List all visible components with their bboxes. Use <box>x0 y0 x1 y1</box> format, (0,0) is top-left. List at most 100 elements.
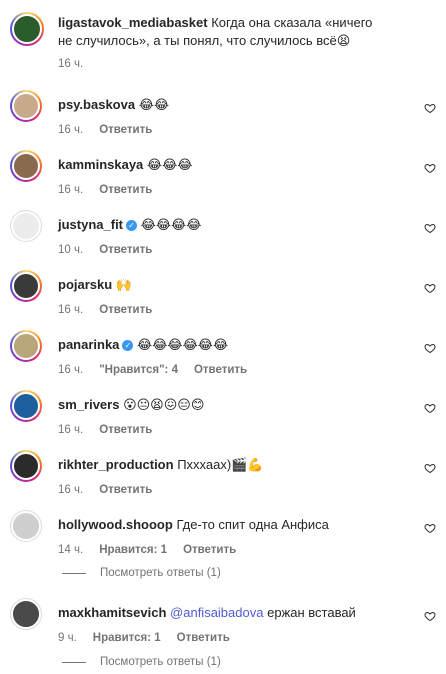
replies-divider <box>62 661 86 663</box>
comment-meta: 9 ч. Нравится: 1 Ответить <box>58 632 246 644</box>
comment-meta: 14 ч. Нравится: 1 Ответить <box>58 544 252 556</box>
caption-emoji: 😫 <box>336 34 351 49</box>
comment-username[interactable]: pojarsku <box>58 277 112 292</box>
reply-button[interactable]: Ответить <box>99 424 152 436</box>
comment-username[interactable]: rikhter_production <box>58 457 174 472</box>
comment-username[interactable]: justyna_fit <box>58 217 123 232</box>
comment-emoji: 😂😂😂😂😂😂 <box>137 338 229 353</box>
comment-emoji: 😂😂😂 <box>146 158 193 173</box>
like-heart-icon[interactable] <box>424 282 436 294</box>
comment-text-line: panarinka ✓ 😂😂😂😂😂😂 <box>58 337 228 354</box>
view-replies-link[interactable]: Посмотреть ответы (1) <box>62 656 221 668</box>
comment-text-line: pojarsku 🙌 <box>58 277 132 294</box>
view-replies-label: Посмотреть ответы (1) <box>100 567 221 579</box>
comment-time: 10 ч. <box>58 244 84 256</box>
reply-button[interactable]: Ответить <box>183 544 236 556</box>
comment-username[interactable]: maxkhamitsevich <box>58 605 166 620</box>
comment-row: sm_rivers 😮😐😫😖😑😊 16 ч. Ответить <box>10 390 436 442</box>
comment-text-line: psy.baskova 😂😂 <box>58 97 169 114</box>
avatar-image <box>12 332 40 360</box>
like-heart-icon[interactable] <box>424 402 436 414</box>
verified-badge-icon: ✓ <box>126 220 138 231</box>
avatar[interactable] <box>10 210 42 242</box>
avatar[interactable] <box>10 450 42 482</box>
avatar[interactable] <box>10 12 44 46</box>
comment-row: kamminskaya 😂😂😂 16 ч. Ответить <box>10 150 436 202</box>
comment-text-line: hollywood.shooop Где-то спит одна Анфиса <box>58 517 329 533</box>
reply-button[interactable]: Ответить <box>99 124 152 136</box>
reply-button[interactable]: Ответить <box>194 364 247 376</box>
comment-emoji: 😂😂😂😂 <box>140 218 202 233</box>
reply-button[interactable]: Ответить <box>99 484 152 496</box>
replies-divider <box>62 572 86 574</box>
avatar-image <box>11 511 41 541</box>
like-heart-icon[interactable] <box>424 102 436 114</box>
like-heart-icon[interactable] <box>424 222 436 234</box>
avatar[interactable] <box>10 598 42 630</box>
comment-text-line: kamminskaya 😂😂😂 <box>58 157 192 174</box>
comment-row: psy.baskova 😂😂 16 ч. Ответить <box>10 90 436 142</box>
comment-text-line: rikhter_production Пхххаах)🎬💪 <box>58 457 264 474</box>
comment-username[interactable]: psy.baskova <box>58 97 135 112</box>
like-heart-icon[interactable] <box>424 522 436 534</box>
avatar[interactable] <box>10 90 42 122</box>
like-heart-icon[interactable] <box>424 462 436 474</box>
comment-username[interactable]: kamminskaya <box>58 157 143 172</box>
reply-button[interactable]: Ответить <box>99 304 152 316</box>
caption-time: 16 ч. <box>58 58 84 70</box>
comment-emoji: 😂😂 <box>138 98 170 113</box>
comment-meta: 16 ч. Ответить <box>58 484 168 496</box>
comment-time: 16 ч. <box>58 304 84 316</box>
avatar[interactable] <box>10 330 42 362</box>
comment-likes[interactable]: Нравится: 1 <box>99 544 167 556</box>
comment-meta: 16 ч. Ответить <box>58 184 168 196</box>
comment-meta: 10 ч. Ответить <box>58 244 168 256</box>
comment-row: maxkhamitsevich @anfisaibadova ержан вст… <box>10 598 436 650</box>
comment-username[interactable]: hollywood.shooop <box>58 517 173 532</box>
avatar-image <box>12 152 40 180</box>
comment-meta: 16 ч. "Нравится": 4 Ответить <box>58 364 263 376</box>
comment-text: Где-то спит одна Анфиса <box>176 517 329 532</box>
avatar[interactable] <box>10 390 42 422</box>
avatar-image <box>11 599 41 629</box>
comment-time: 14 ч. <box>58 544 84 556</box>
like-heart-icon[interactable] <box>424 342 436 354</box>
like-heart-icon[interactable] <box>424 610 436 622</box>
avatar-image <box>12 92 40 120</box>
reply-button[interactable]: Ответить <box>99 244 152 256</box>
comment-username[interactable]: sm_rivers <box>58 397 119 412</box>
comment-text-line: maxkhamitsevich @anfisaibadova ержан вст… <box>58 605 356 621</box>
comment-text: Пхххаах) <box>177 457 232 472</box>
comment-mention[interactable]: @anfisaibadova <box>170 605 263 620</box>
avatar-image <box>11 211 41 241</box>
avatar[interactable] <box>10 270 42 302</box>
comment-likes[interactable]: Нравится: 1 <box>93 632 161 644</box>
view-replies-label: Посмотреть ответы (1) <box>100 656 221 668</box>
comment-row: pojarsku 🙌 16 ч. Ответить <box>10 270 436 322</box>
comment-time: 16 ч. <box>58 364 84 376</box>
comment-username[interactable]: panarinka <box>58 337 119 352</box>
comment-time: 9 ч. <box>58 632 77 644</box>
comment-emoji: 😮😐😫😖😑😊 <box>123 398 205 413</box>
caption-username[interactable]: ligastavok_mediabasket <box>58 15 208 30</box>
comment-time: 16 ч. <box>58 184 84 196</box>
comment-row: rikhter_production Пхххаах)🎬💪 16 ч. Ответи… <box>10 450 436 502</box>
comment-meta: 16 ч. Ответить <box>58 424 168 436</box>
reply-button[interactable]: Ответить <box>99 184 152 196</box>
comment-emoji: 🙌 <box>115 278 132 293</box>
comment-emoji: 🎬💪 <box>231 458 264 473</box>
avatar[interactable] <box>10 510 42 542</box>
verified-badge-icon: ✓ <box>122 340 134 351</box>
comment-text: ержан вставай <box>267 605 356 620</box>
comment-meta: 16 ч. Ответить <box>58 304 168 316</box>
avatar[interactable] <box>10 150 42 182</box>
like-heart-icon[interactable] <box>424 162 436 174</box>
comment-meta: 16 ч. Ответить <box>58 124 168 136</box>
view-replies-link[interactable]: Посмотреть ответы (1) <box>62 567 221 579</box>
comment-row: justyna_fit ✓ 😂😂😂😂 10 ч. Ответить <box>10 210 436 262</box>
comment-time: 16 ч. <box>58 424 84 436</box>
reply-button[interactable]: Ответить <box>177 632 230 644</box>
comment-likes[interactable]: "Нравится": 4 <box>99 364 178 376</box>
comment-row: panarinka ✓ 😂😂😂😂😂😂 16 ч. "Нравится": 4 Ответ… <box>10 330 436 382</box>
avatar-image <box>12 272 40 300</box>
